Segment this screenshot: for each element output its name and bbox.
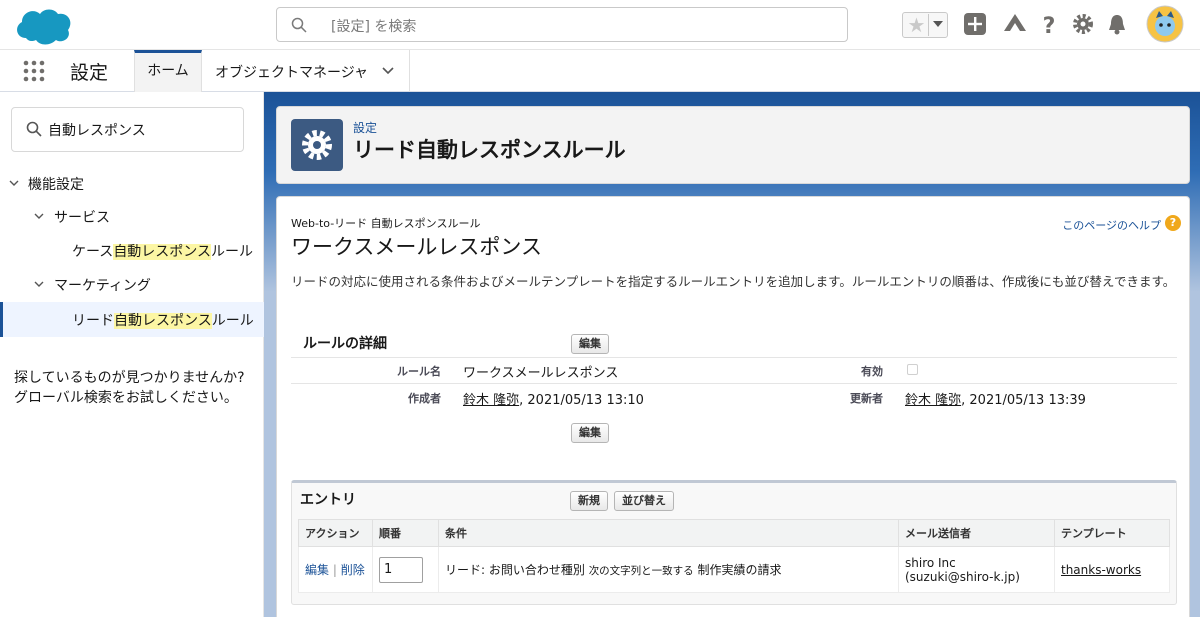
created-by-value: 鈴木 隆弥, 2021/05/13 13:10 bbox=[463, 389, 644, 408]
modified-by-value: 鈴木 隆弥, 2021/05/13 13:39 bbox=[905, 389, 1086, 408]
page-subtitle: Web-to-リード 自動レスポンスルール bbox=[291, 217, 481, 230]
setup-gear-icon bbox=[291, 119, 343, 171]
created-by-user-link[interactable]: 鈴木 隆弥 bbox=[463, 393, 519, 408]
reorder-button[interactable]: 並び替え bbox=[614, 491, 674, 511]
tab-home[interactable]: ホーム bbox=[134, 50, 202, 92]
bell-icon[interactable] bbox=[1104, 11, 1130, 37]
page-header: 設定 リード自動レスポンスルール bbox=[276, 106, 1190, 184]
tree-item-text: リード bbox=[72, 313, 114, 329]
tree-item-service[interactable]: サービス bbox=[54, 207, 110, 227]
search-highlight: 自動レスポンス bbox=[114, 313, 212, 329]
action-separator: | bbox=[332, 563, 337, 577]
detail-panel: Web-to-リード 自動レスポンスルール ワークスメールレスポンス このページ… bbox=[276, 196, 1190, 617]
tab-object-manager-label: オブジェクトマネージャ bbox=[215, 65, 369, 81]
column-header: 順番 bbox=[372, 519, 439, 547]
modified-by-user-link[interactable]: 鈴木 隆弥 bbox=[905, 393, 961, 408]
table-header-row: アクション 順番 条件 メール送信者 テンプレート bbox=[298, 519, 1170, 547]
favorites-dropdown-icon[interactable] bbox=[933, 21, 943, 27]
chevron-down-icon[interactable] bbox=[380, 62, 396, 78]
entries-table: アクション 順番 条件 メール送信者 テンプレート 編集 | 削除 1 リード:… bbox=[298, 519, 1170, 593]
page-description: リードの対応に使用される条件およびメールテンプレートを指定するルールエントリを追… bbox=[291, 274, 1176, 289]
salesforce-cloud-icon[interactable] bbox=[12, 4, 76, 48]
divider bbox=[291, 357, 1177, 358]
search-highlight: 自動レスポンス bbox=[113, 244, 212, 260]
entries-heading: エントリ bbox=[300, 492, 356, 508]
edit-entry-link[interactable]: 編集 bbox=[305, 563, 329, 577]
template-link[interactable]: thanks-works bbox=[1061, 563, 1141, 577]
record-title: ワークスメールレスポンス bbox=[291, 235, 542, 259]
chevron-down-icon[interactable] bbox=[33, 210, 45, 222]
table-row: 編集 | 削除 1 リード: お問い合わせ種別 次の文字列と一致する 制作実績の… bbox=[298, 546, 1170, 593]
sender-cell: shiro Inc (suzuki@shiro-k.jp) bbox=[898, 546, 1055, 593]
column-header: アクション bbox=[298, 519, 373, 547]
page-title: リード自動レスポンスルール bbox=[353, 138, 626, 162]
tree-item-case-auto-response[interactable]: ケース自動レスポンスルール bbox=[72, 241, 253, 261]
order-input[interactable]: 1 bbox=[379, 556, 423, 583]
tree-item-feature-settings[interactable]: 機能設定 bbox=[28, 174, 84, 194]
avatar[interactable] bbox=[1146, 5, 1184, 43]
delete-entry-link[interactable]: 削除 bbox=[341, 563, 365, 577]
tab-object-manager[interactable]: オブジェクトマネージャ bbox=[202, 50, 410, 92]
active-checkbox bbox=[907, 364, 918, 375]
chevron-down-icon[interactable] bbox=[8, 177, 20, 189]
not-found-line: 探しているものが見つかりませんか? bbox=[14, 370, 245, 386]
not-found-message: 探しているものが見つかりませんか? グローバル検索をお試しください。 bbox=[14, 368, 245, 408]
action-cell: 編集 | 削除 bbox=[298, 546, 373, 593]
search-icon bbox=[291, 17, 307, 33]
trailhead-icon[interactable] bbox=[1002, 11, 1028, 37]
search-placeholder: [設定] を検索 bbox=[331, 19, 417, 35]
rule-name-value: ワークスメールレスポンス bbox=[463, 366, 619, 381]
created-by-date: , 2021/05/13 13:10 bbox=[519, 393, 644, 408]
created-by-label: 作成者 bbox=[408, 392, 441, 405]
entries-section: エントリ 新規 並び替え アクション 順番 条件 メール送信者 テンプレート 編… bbox=[291, 480, 1177, 605]
main-content: 設定 リード自動レスポンスルール Web-to-リード 自動レスポンスルール ワ… bbox=[264, 92, 1200, 617]
column-header: メール送信者 bbox=[898, 519, 1055, 547]
edit-button[interactable]: 編集 bbox=[571, 334, 609, 354]
column-header: 条件 bbox=[438, 519, 899, 547]
new-entry-button[interactable]: 新規 bbox=[570, 491, 608, 511]
sender-name: shiro Inc bbox=[905, 555, 956, 570]
condition-operator: 次の文字列と一致する bbox=[588, 565, 694, 577]
not-found-line: グローバル検索をお試しください。 bbox=[14, 390, 238, 406]
help-icon[interactable]: ? bbox=[1165, 215, 1181, 231]
active-label: 有効 bbox=[861, 365, 883, 378]
order-cell: 1 bbox=[372, 546, 439, 593]
tree-item-text: ルール bbox=[211, 244, 254, 260]
quick-find-input[interactable]: 自動レスポンス bbox=[11, 107, 244, 152]
column-header: テンプレート bbox=[1054, 519, 1170, 547]
tree-item-text: ケース bbox=[72, 244, 114, 260]
divider bbox=[291, 383, 1177, 384]
condition-field: リード: お問い合わせ種別 bbox=[445, 563, 585, 577]
gear-icon[interactable] bbox=[1070, 11, 1096, 37]
tree-item-lead-auto-response[interactable]: リード自動レスポンスルール bbox=[72, 310, 254, 330]
search-icon bbox=[26, 121, 42, 137]
condition-cell: リード: お問い合わせ種別 次の文字列と一致する 制作実績の請求 bbox=[438, 546, 899, 593]
tree-item-text: ルール bbox=[211, 313, 254, 329]
condition-value: 制作実績の請求 bbox=[697, 563, 782, 577]
edit-button-bottom[interactable]: 編集 bbox=[571, 423, 609, 443]
rule-name-label: ルール名 bbox=[397, 365, 441, 378]
global-search-input[interactable]: [設定] を検索 bbox=[276, 7, 848, 42]
chevron-down-icon[interactable] bbox=[33, 278, 45, 290]
tree-item-marketing[interactable]: マーケティング bbox=[54, 275, 151, 295]
modified-by-date: , 2021/05/13 13:39 bbox=[961, 393, 1086, 408]
star-icon[interactable]: ★ bbox=[905, 14, 929, 36]
rule-detail-heading: ルールの詳細 bbox=[303, 336, 387, 352]
setup-sidebar: 自動レスポンス 機能設定 サービス ケース自動レスポンスルール マーケティング … bbox=[0, 92, 264, 617]
app-nav-bar: 設定 ホーム オブジェクトマネージャ bbox=[0, 50, 1200, 92]
favorites-button[interactable]: ★ bbox=[902, 12, 948, 38]
help-icon[interactable]: ? bbox=[1036, 11, 1062, 37]
help-link[interactable]: このページのヘルプ bbox=[1062, 217, 1161, 233]
app-name: 設定 bbox=[70, 62, 109, 84]
app-launcher-icon[interactable] bbox=[22, 59, 46, 83]
sender-email: (suzuki@shiro-k.jp) bbox=[905, 569, 1020, 584]
add-icon[interactable] bbox=[962, 11, 988, 37]
template-cell: thanks-works bbox=[1054, 546, 1170, 593]
svg-text:?: ? bbox=[1043, 14, 1056, 37]
modified-by-label: 更新者 bbox=[850, 392, 883, 405]
quick-find-value: 自動レスポンス bbox=[48, 123, 146, 139]
global-header: [設定] を検索 ★ ? bbox=[0, 0, 1200, 50]
